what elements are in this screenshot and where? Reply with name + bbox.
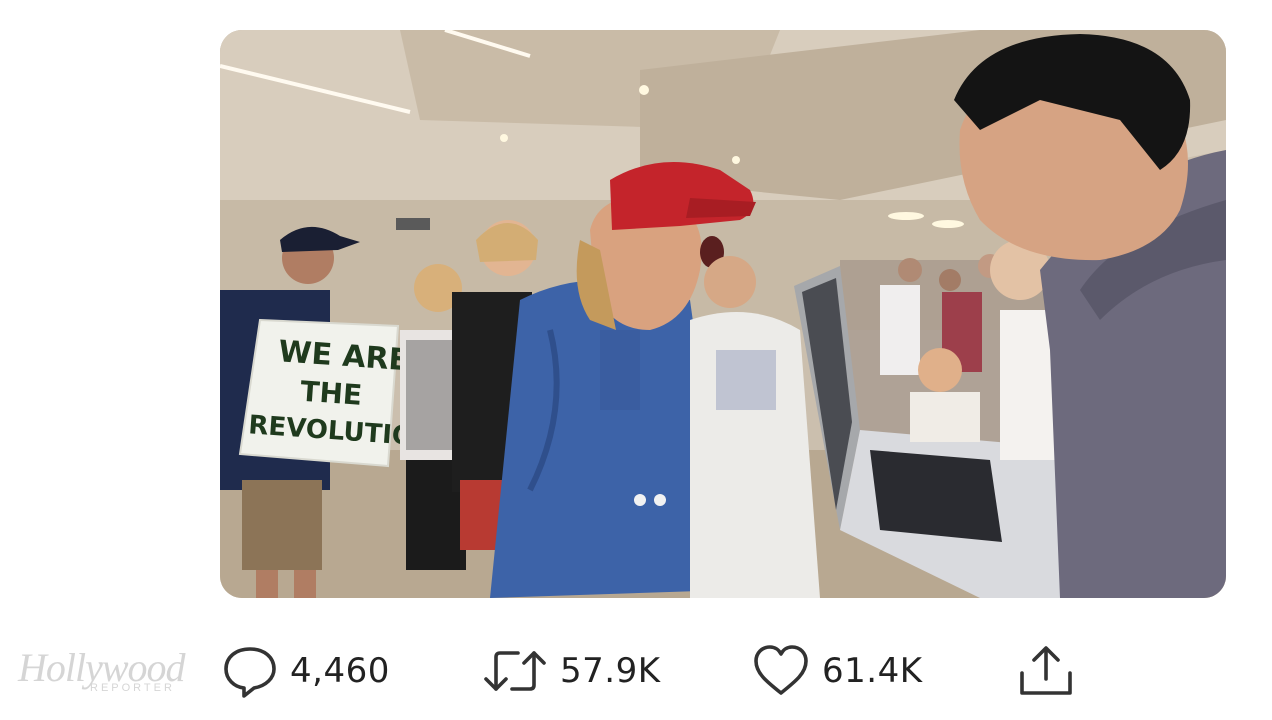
heart-icon bbox=[752, 643, 810, 699]
like-button[interactable]: 61.4K bbox=[752, 636, 923, 706]
tweet-action-bar: 4,460 57.9K 61.4K bbox=[0, 636, 1272, 706]
reply-bubble-icon bbox=[222, 643, 278, 699]
tweet-frame: WE ARE THE REVOLUTION Hollywood REPORTER… bbox=[0, 0, 1272, 720]
tweet-media-photo[interactable]: WE ARE THE REVOLUTION bbox=[220, 30, 1226, 598]
retweet-arrows-icon bbox=[482, 643, 548, 699]
retweet-count: 57.9K bbox=[560, 651, 661, 691]
retweet-button[interactable]: 57.9K bbox=[482, 636, 661, 706]
photo-scene: WE ARE THE REVOLUTION bbox=[220, 30, 1226, 598]
svg-text:THE: THE bbox=[299, 375, 363, 412]
reply-button[interactable]: 4,460 bbox=[222, 636, 390, 706]
like-count: 61.4K bbox=[822, 651, 923, 691]
reply-count: 4,460 bbox=[290, 651, 390, 691]
share-button[interactable] bbox=[1016, 636, 1076, 706]
share-upload-icon bbox=[1016, 643, 1076, 699]
